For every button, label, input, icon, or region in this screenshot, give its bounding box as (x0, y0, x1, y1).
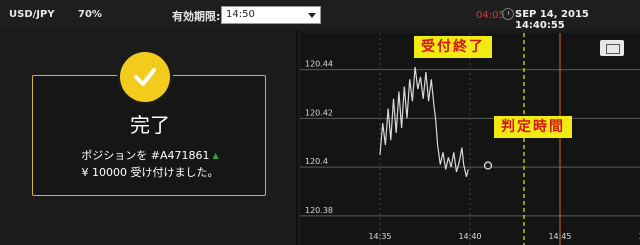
x-tick-label: 14:35 (368, 232, 391, 241)
payout-percentage: 70% (78, 9, 102, 20)
expiry-label: 有効期限: (172, 10, 221, 23)
y-tick-label: 120.42 (305, 108, 333, 117)
current-price-point (483, 161, 493, 170)
expiry-select-value: 14:50 (226, 9, 255, 20)
price-chart[interactable]: 120.44120.42120.4120.38 14:3514:4014:451… (300, 33, 640, 245)
panel-divider (296, 30, 298, 245)
position-id: #A471861 (150, 149, 210, 162)
checkmark-icon (120, 52, 170, 102)
clock-icon (502, 8, 514, 20)
chevron-down-icon (308, 13, 316, 18)
y-tick-label: 120.44 (305, 60, 333, 69)
countdown-timer: 04:05 (476, 10, 505, 21)
x-tick-label: 14:40 (458, 232, 481, 241)
dialog-title: 完了 (130, 113, 170, 137)
judgement-time-callout: 判定時間 (494, 116, 572, 138)
expiry-select[interactable]: 14:50 (221, 6, 321, 24)
currency-pair: USD/JPY (9, 9, 55, 20)
y-tick-label: 120.38 (305, 206, 333, 215)
chart-toggle-button[interactable] (600, 40, 624, 56)
dialog-message-line1: ポジションを #A471861 ▲ (33, 147, 267, 163)
current-datetime: SEP 14, 2015 14:40:55 (515, 9, 589, 31)
triangle-up-icon: ▲ (212, 151, 219, 160)
y-tick-label: 120.4 (305, 157, 328, 166)
x-tick-label: 14:45 (548, 232, 571, 241)
dialog-message-line2: ¥ 10000 受け付けました。 (81, 166, 219, 179)
top-bar: USD/JPY 70% 有効期限: 14:50 04:05 SEP 14, 20… (0, 0, 640, 31)
entry-closed-callout: 受付終了 (414, 36, 492, 58)
message-prefix: ポジションを (81, 149, 151, 162)
